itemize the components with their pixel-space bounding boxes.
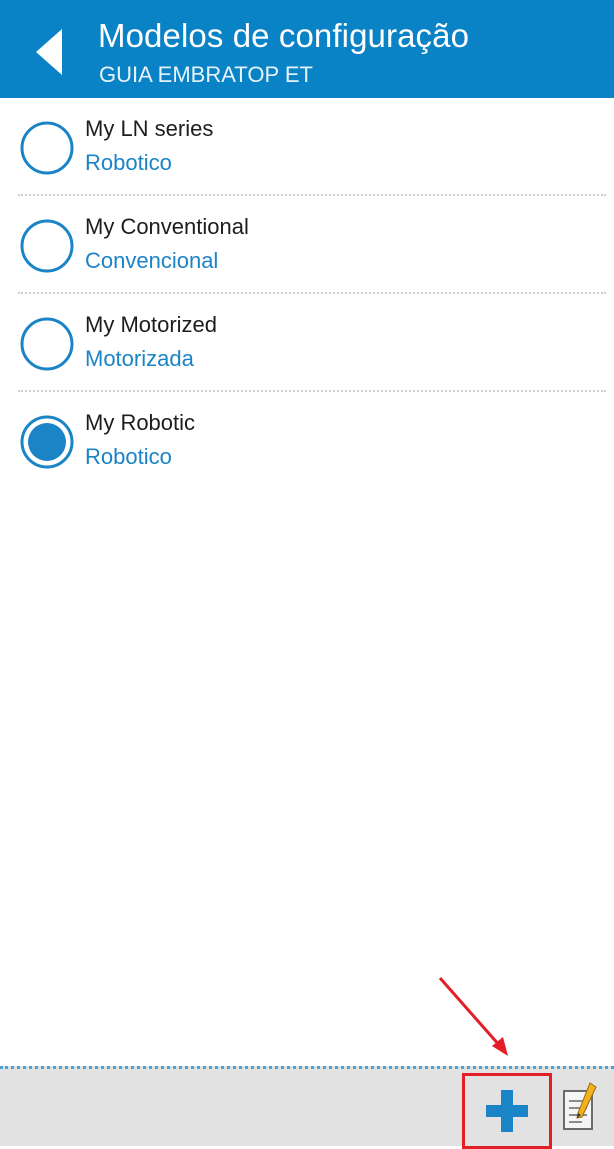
plus-icon bbox=[486, 1090, 528, 1132]
list-item[interactable]: My Motorized Motorizada bbox=[0, 294, 614, 392]
model-name: My Conventional bbox=[85, 214, 249, 239]
back-button[interactable] bbox=[0, 0, 92, 98]
model-name: My Robotic bbox=[85, 410, 196, 435]
radio-button-unchecked[interactable] bbox=[20, 121, 74, 175]
radio-button-unchecked[interactable] bbox=[20, 219, 74, 273]
model-name: My Motorized bbox=[85, 312, 218, 337]
radio-button-checked[interactable] bbox=[20, 415, 74, 469]
app-header: Modelos de configuração GUIA EMBRATOP ET bbox=[0, 0, 614, 98]
model-list: My LN series Robotico My Conventional Co… bbox=[0, 98, 614, 490]
model-type: Robotico bbox=[85, 444, 172, 469]
model-type: Robotico bbox=[85, 150, 172, 175]
model-name: My LN series bbox=[85, 116, 214, 141]
notepad-pencil-icon bbox=[563, 1082, 597, 1130]
model-type: Convencional bbox=[85, 248, 219, 273]
page-title: Modelos de configuração bbox=[98, 17, 470, 54]
add-model-button[interactable] bbox=[462, 1073, 552, 1149]
page-subtitle: GUIA EMBRATOP ET bbox=[99, 62, 313, 87]
radio-button-unchecked[interactable] bbox=[20, 317, 74, 371]
edit-button[interactable] bbox=[560, 1081, 600, 1137]
chevron-left-icon bbox=[36, 29, 62, 75]
bottom-toolbar bbox=[0, 1066, 614, 1149]
model-type: Motorizada bbox=[85, 346, 194, 371]
list-item[interactable]: My Robotic Robotico bbox=[0, 392, 614, 490]
list-item[interactable]: My Conventional Convencional bbox=[0, 196, 614, 294]
list-item[interactable]: My LN series Robotico bbox=[0, 98, 614, 196]
